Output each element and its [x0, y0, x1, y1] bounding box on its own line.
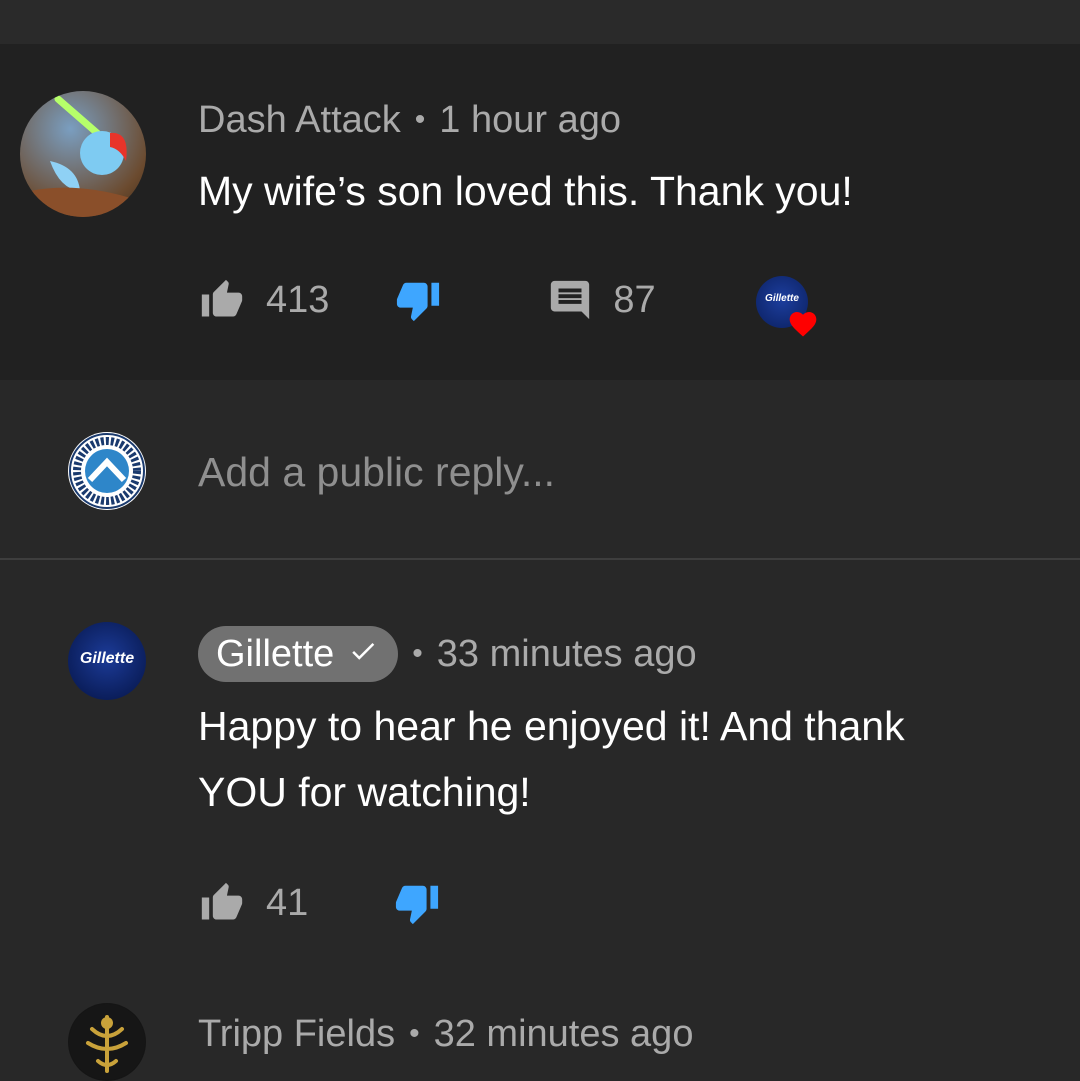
comment-actions: 41	[198, 873, 442, 933]
comment-text-line: YOU for watching!	[198, 769, 531, 815]
divider	[0, 558, 1080, 560]
gillette-logo-text: Gillette	[765, 293, 799, 304]
dash-attack-avatar[interactable]	[20, 91, 146, 217]
creator-badge[interactable]: Gillette	[198, 626, 399, 682]
tripp-fields-avatar[interactable]	[68, 1003, 146, 1081]
comment-time[interactable]: 33 minutes ago	[437, 633, 697, 676]
comment-text-line: Happy to hear he enjoyed it! And thank	[198, 703, 905, 749]
comment-author: Gillette	[216, 632, 335, 675]
gillette-avatar[interactable]: Gillette	[68, 622, 146, 700]
meta-separator: •	[414, 103, 426, 136]
comment-time[interactable]: 1 hour ago	[439, 99, 621, 142]
check-icon	[334, 633, 380, 676]
meta-separator: •	[412, 637, 423, 670]
comment-text: My wife’s son loved this. Thank you!	[198, 168, 853, 214]
reply-input[interactable]: Add a public reply...	[198, 449, 555, 496]
meta-separator: •	[409, 1017, 420, 1050]
comment-meta: Tripp Fields • 32 minutes ago	[198, 1012, 693, 1056]
thumbs-up-icon[interactable]	[198, 881, 246, 925]
user-avatar	[68, 432, 146, 510]
comment-author[interactable]: Tripp Fields	[198, 1013, 395, 1056]
comment-actions: 413 87	[198, 270, 656, 330]
creator-heart: Gillette	[756, 276, 836, 342]
comment-meta: Dash Attack • 1 hour ago	[198, 98, 621, 142]
thumbs-down-icon[interactable]	[393, 277, 443, 323]
comment-text: Happy to hear he enjoyed it! And thank Y…	[198, 693, 905, 825]
like-count: 413	[266, 278, 330, 321]
comment-icon[interactable]	[547, 277, 593, 323]
gillette-logo-text: Gillette	[79, 650, 135, 667]
comment-author[interactable]: Dash Attack	[198, 99, 401, 142]
top-bar	[0, 0, 1080, 44]
comment-meta: Gillette • 33 minutes ago	[198, 625, 697, 683]
heart-icon	[786, 308, 820, 345]
thumbs-down-icon[interactable]	[392, 880, 442, 926]
thumbs-up-icon[interactable]	[198, 278, 246, 322]
reply-count[interactable]: 87	[613, 279, 655, 322]
comment-time[interactable]: 32 minutes ago	[434, 1013, 694, 1056]
like-count: 41	[266, 881, 309, 924]
